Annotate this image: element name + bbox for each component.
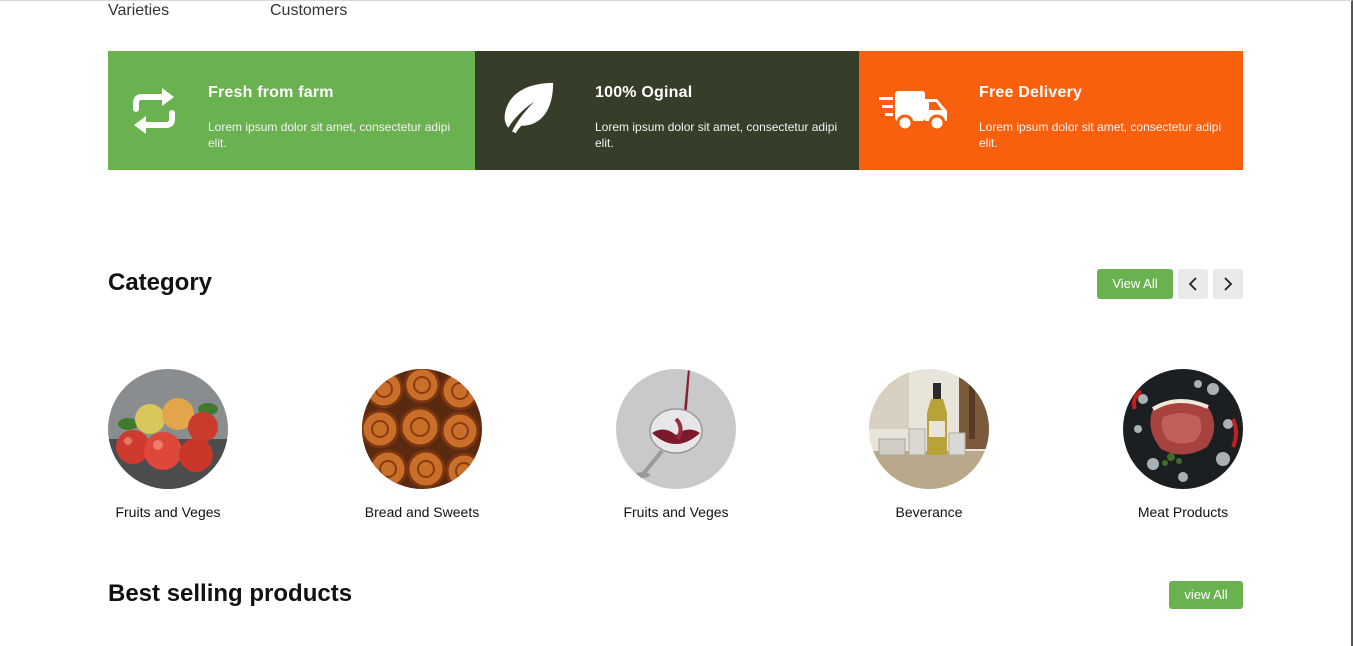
category-item-beverance[interactable]: Beverance	[849, 369, 1009, 520]
feature-fresh-from-farm: Fresh from farm Lorem ipsum dolor sit am…	[108, 51, 475, 170]
feature-title: 100% Oginal	[595, 84, 693, 101]
steak-image	[1123, 369, 1243, 489]
delivery-truck-icon	[879, 91, 947, 132]
features-banner: Fresh from farm Lorem ipsum dolor sit am…	[108, 51, 1243, 170]
stat-label-customers: Customers	[270, 2, 348, 19]
best-selling-view-all-button[interactable]: view All	[1169, 581, 1243, 609]
refresh-icon	[133, 88, 175, 134]
category-title: Category	[108, 269, 213, 296]
best-selling-title: Best selling products	[108, 580, 353, 607]
oil-bottles-image	[869, 369, 989, 489]
feature-title: Free Delivery	[979, 84, 1083, 101]
leaf-icon	[504, 82, 554, 134]
apples-image	[108, 369, 228, 489]
feature-description: Lorem ipsum dolor sit amet, consectetur …	[208, 120, 451, 150]
feature-original: 100% Oginal Lorem ipsum dolor sit amet, …	[475, 51, 859, 170]
category-label: Fruits and Veges	[623, 504, 729, 520]
category-label: Beverance	[895, 504, 963, 520]
category-item-fruits-and-veges[interactable]: Fruits and Veges	[88, 369, 248, 520]
stats-row: Varieties Customers	[108, 2, 508, 22]
category-next-button[interactable]	[1213, 269, 1243, 299]
category-carousel: Fruits and Veges Bread and Sweets Fruits…	[108, 369, 1243, 529]
wine-glass-image	[616, 369, 736, 489]
chevron-right-icon	[1224, 277, 1233, 291]
category-item-bread-and-sweets[interactable]: Bread and Sweets	[342, 369, 502, 520]
stat-label-varieties: Varieties	[108, 2, 170, 19]
category-item-fruits-and-veges[interactable]: Fruits and Veges	[596, 369, 756, 520]
feature-title: Fresh from farm	[208, 84, 334, 101]
category-prev-button[interactable]	[1178, 269, 1208, 299]
category-view-all-button[interactable]: View All	[1097, 269, 1173, 299]
chevron-left-icon	[1188, 277, 1197, 291]
category-label: Fruits and Veges	[115, 504, 221, 520]
feature-description: Lorem ipsum dolor sit amet, consectetur …	[595, 120, 838, 150]
feature-description: Lorem ipsum dolor sit amet, consectetur …	[979, 120, 1222, 150]
category-label: Meat Products	[1137, 504, 1229, 520]
feature-free-delivery: Free Delivery Lorem ipsum dolor sit amet…	[859, 51, 1243, 170]
category-item-meat-products[interactable]: Meat Products	[1103, 369, 1263, 520]
page: Varieties Customers Fresh from farm Lore…	[0, 0, 1353, 646]
cinnamon-rolls-image	[362, 369, 482, 489]
category-label: Bread and Sweets	[364, 504, 480, 520]
